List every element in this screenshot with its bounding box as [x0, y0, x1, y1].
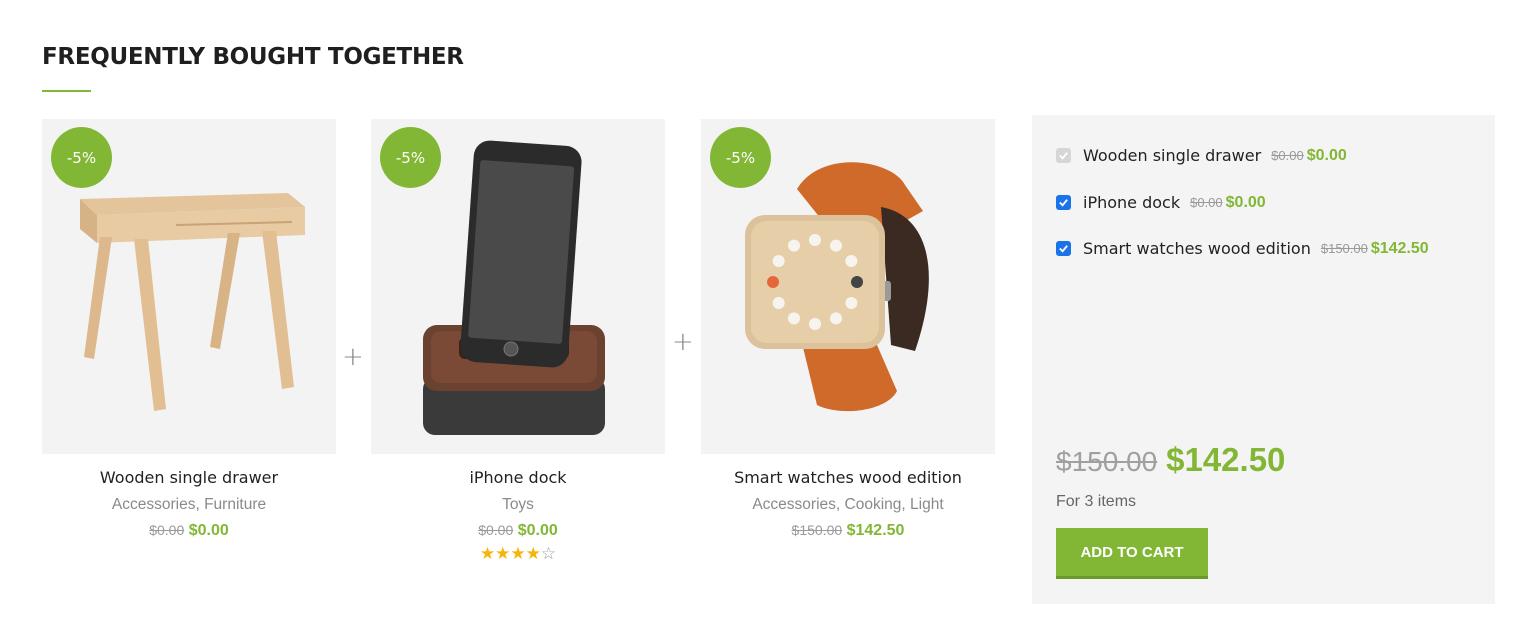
old-price: $0.00 — [149, 522, 185, 538]
sale-price: $142.50 — [1370, 239, 1429, 257]
bundle-item: iPhone dock $0.00 $0.00 — [1056, 193, 1266, 212]
category-separator: , — [195, 496, 205, 513]
category-link-accessories[interactable]: Accessories — [752, 496, 836, 513]
total-old-price: $150.00 — [1056, 446, 1158, 477]
star-filled-icon: ★ — [525, 544, 541, 563]
add-to-cart-button[interactable]: ADD TO CART — [1056, 528, 1208, 579]
watch-dot — [788, 239, 800, 252]
star-rating: ★★★★☆ — [371, 544, 665, 564]
category-separator: , — [901, 496, 911, 513]
check-icon — [1059, 152, 1068, 160]
old-price: $150.00 — [791, 522, 843, 538]
sale-price: $0.00 — [1306, 146, 1347, 164]
watch-dot — [767, 276, 779, 288]
discount-badge: -5% — [380, 127, 441, 188]
bundle-item: Wooden single drawer $0.00 $0.00 — [1056, 146, 1347, 165]
star-filled-icon: ★ — [495, 544, 511, 563]
product-card-iphone-dock: -5% iPhone dock Toys $0.00 $0.00 ★★★★☆ — [371, 119, 665, 564]
discount-badge: -5% — [710, 127, 771, 188]
product-image-wood-watch[interactable]: -5% — [701, 119, 995, 454]
sale-price: $142.50 — [846, 522, 905, 539]
item-checkbox[interactable] — [1056, 195, 1071, 210]
product-name[interactable]: Smart watches wood edition — [701, 468, 995, 487]
category-link-furniture[interactable]: Furniture — [204, 496, 266, 513]
plus-separator: + — [342, 342, 364, 372]
category-link-toys[interactable]: Toys — [502, 496, 534, 513]
bundle-item: Smart watches wood edition $150.00 $142.… — [1056, 239, 1429, 258]
watch-dot — [788, 312, 800, 325]
check-icon — [1059, 199, 1068, 207]
old-price: $0.00 — [1271, 148, 1304, 163]
category-link-accessories[interactable]: Accessories — [112, 496, 196, 513]
product-price: $0.00 $0.00 — [42, 522, 336, 540]
sale-price: $0.00 — [1225, 193, 1266, 211]
product-name[interactable]: Wooden single drawer — [42, 468, 336, 487]
item-count-text: For 3 items — [1056, 493, 1137, 510]
star-empty-icon: ☆ — [540, 544, 557, 563]
category-link-cooking[interactable]: Cooking — [845, 496, 902, 513]
old-price: $0.00 — [1190, 195, 1223, 210]
watch-dot — [845, 297, 858, 309]
star-filled-icon: ★ — [479, 544, 496, 563]
sale-price: $0.00 — [188, 522, 229, 539]
bundle-summary-panel: Wooden single drawer $0.00 $0.00 iPhone … — [1032, 115, 1495, 604]
sale-price: $0.00 — [517, 522, 558, 539]
product-name[interactable]: iPhone dock — [371, 468, 665, 487]
bundle-item-name[interactable]: Wooden single drawer — [1083, 146, 1261, 165]
bundle-item-name[interactable]: Smart watches wood edition — [1083, 239, 1311, 258]
item-checkbox[interactable] — [1056, 241, 1071, 256]
product-categories: Toys — [371, 496, 665, 514]
product-card-wooden-drawer: -5% Wooden single drawer Accessories, Fu… — [42, 119, 336, 540]
watch-dot — [830, 312, 842, 325]
old-price: $150.00 — [1320, 241, 1368, 256]
watch-dot — [851, 276, 863, 288]
product-price: $0.00 $0.00 — [371, 522, 665, 540]
bundle-item-name[interactable]: iPhone dock — [1083, 193, 1180, 212]
watch-dot — [809, 234, 821, 246]
watch-dot — [772, 255, 785, 267]
section-title: FREQUENTLY BOUGHT TOGETHER — [42, 44, 464, 70]
product-price: $150.00 $142.50 — [701, 522, 995, 540]
product-image-iphone-dock[interactable]: -5% — [371, 119, 665, 454]
watch-dot — [772, 297, 785, 309]
watch-dot — [830, 239, 842, 252]
watch-dot — [845, 255, 858, 267]
product-card-wood-watch: -5% Smart watches wood edition Accessori… — [701, 119, 995, 540]
plus-separator: + — [672, 327, 694, 357]
watch-dot — [809, 318, 821, 330]
check-icon — [1059, 245, 1068, 253]
discount-badge: -5% — [51, 127, 112, 188]
product-categories: Accessories, Furniture — [42, 496, 336, 514]
total-sale-price: $142.50 — [1166, 441, 1286, 478]
category-link-light[interactable]: Light — [910, 496, 944, 513]
product-image-wooden-drawer[interactable]: -5% — [42, 119, 336, 454]
old-price: $0.00 — [478, 522, 514, 538]
star-filled-icon: ★ — [510, 544, 526, 563]
title-underline — [42, 90, 91, 92]
item-checkbox — [1056, 148, 1071, 163]
bundle-total: $150.00 $142.50 — [1056, 441, 1285, 479]
category-separator: , — [835, 496, 845, 513]
product-categories: Accessories, Cooking, Light — [701, 496, 995, 514]
